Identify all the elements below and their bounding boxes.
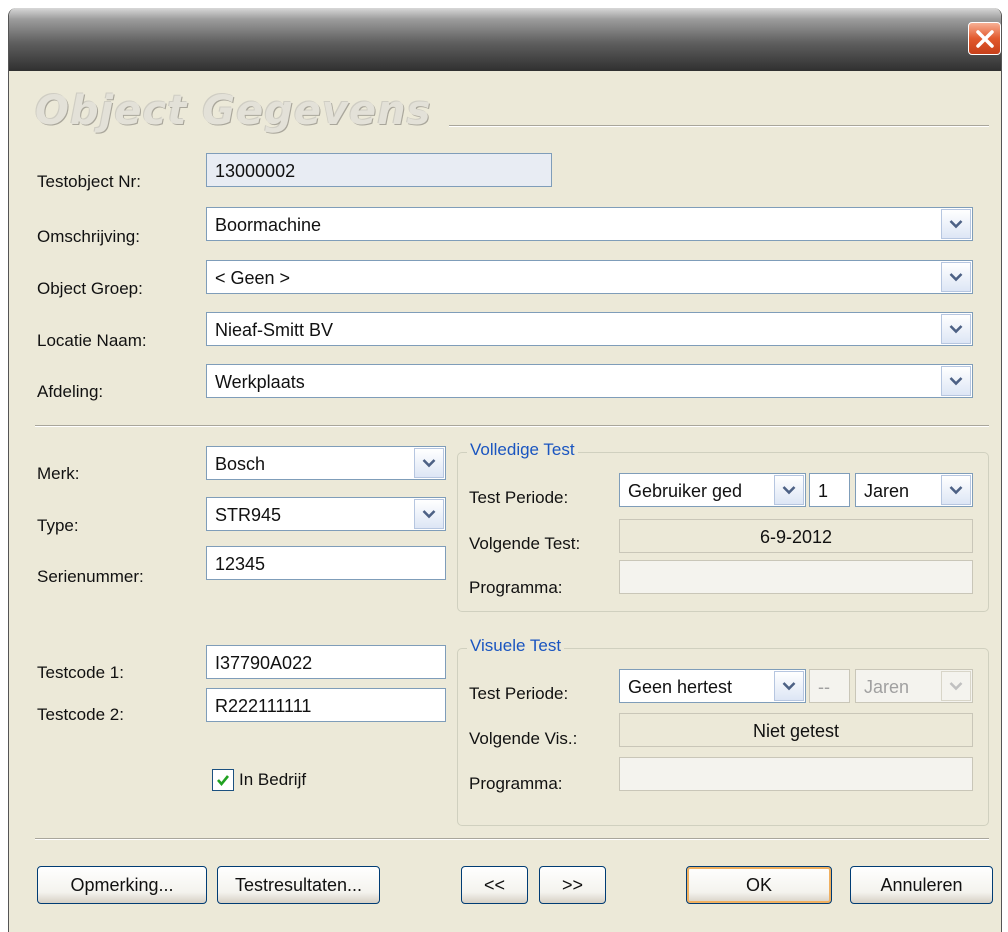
volledige-programma-field — [619, 560, 973, 594]
omschrijving-label: Omschrijving: — [37, 227, 140, 246]
object-groep-label: Object Groep: — [37, 279, 143, 298]
next-button[interactable]: >> — [539, 866, 606, 904]
testcode2-label: Testcode 2: — [37, 705, 124, 724]
close-button[interactable] — [968, 22, 1001, 55]
chevron-down-icon[interactable] — [941, 314, 971, 344]
testobject-nr-label: Testobject Nr: — [37, 172, 141, 191]
testobject-nr-field[interactable]: 13000002 — [206, 153, 552, 187]
opmerking-button[interactable]: Opmerking... — [37, 866, 207, 904]
title-bar[interactable] — [9, 8, 1001, 71]
visuele-programma-field — [619, 757, 973, 791]
visuele-periode-unit-value: Jaren — [864, 677, 910, 697]
chevron-down-icon[interactable] — [941, 475, 971, 505]
testcode1-label: Testcode 1: — [37, 663, 124, 682]
volledige-programma-label: Programma: — [469, 578, 563, 597]
chevron-down-icon — [941, 671, 971, 701]
previous-button[interactable]: << — [461, 866, 528, 904]
object-groep-dropdown[interactable]: < Geen > — [206, 260, 973, 294]
volledige-periode-value: Gebruiker ged — [628, 481, 743, 501]
section-divider — [35, 425, 989, 427]
in-bedrijf-label[interactable]: In Bedrijf — [239, 770, 306, 790]
volledige-periode-count[interactable]: 1 — [809, 473, 850, 507]
merk-dropdown[interactable]: Bosch — [206, 446, 446, 480]
type-value: STR945 — [215, 505, 282, 525]
chevron-down-icon[interactable] — [774, 671, 804, 701]
visuele-programma-label: Programma: — [469, 774, 563, 793]
chevron-down-icon[interactable] — [941, 262, 971, 292]
footer-divider — [35, 838, 989, 840]
chevron-down-icon[interactable] — [414, 499, 444, 529]
chevron-down-icon[interactable] — [941, 366, 971, 396]
serienummer-field[interactable]: 12345 — [206, 546, 446, 580]
locatie-naam-value: Nieaf-Smitt BV — [215, 320, 334, 340]
visuele-periode-value: Geen hertest — [628, 677, 733, 697]
serienummer-label: Serienummer: — [37, 567, 144, 586]
volledige-periode-unit-dropdown[interactable]: Jaren — [855, 473, 973, 507]
afdeling-dropdown[interactable]: Werkplaats — [206, 364, 973, 398]
afdeling-value: Werkplaats — [215, 372, 305, 392]
volledige-periode-unit-value: Jaren — [864, 481, 910, 501]
page-title: Object Gegevens — [35, 88, 432, 134]
volledige-periode-label: Test Periode: — [469, 488, 569, 507]
afdeling-label: Afdeling: — [37, 382, 104, 401]
testcode1-field[interactable]: I37790A022 — [206, 645, 446, 679]
in-bedrijf-checkbox[interactable] — [212, 769, 234, 791]
merk-value: Bosch — [215, 454, 266, 474]
volgende-test-value: 6-9-2012 — [619, 519, 973, 553]
close-icon — [976, 30, 994, 48]
chevron-down-icon[interactable] — [941, 209, 971, 239]
volgende-vis-value: Niet getest — [619, 713, 973, 747]
locatie-naam-dropdown[interactable]: Nieaf-Smitt BV — [206, 312, 973, 346]
volledige-test-title: Volledige Test — [467, 440, 578, 460]
type-dropdown[interactable]: STR945 — [206, 497, 446, 531]
testresultaten-button[interactable]: Testresultaten... — [217, 866, 380, 904]
checkmark-icon — [217, 775, 230, 787]
visuele-periode-label: Test Periode: — [469, 684, 569, 703]
visuele-periode-unit-dropdown: Jaren — [855, 669, 973, 703]
testcode2-field[interactable]: R222111111 — [206, 688, 446, 722]
object-gegevens-dialog: Object Gegevens Testobject Nr: 13000002 … — [8, 8, 1002, 932]
omschrijving-dropdown[interactable]: Boormachine — [206, 207, 973, 241]
annuleren-button[interactable]: Annuleren — [850, 866, 993, 904]
omschrijving-value: Boormachine — [215, 215, 322, 235]
chevron-down-icon[interactable] — [774, 475, 804, 505]
ok-button[interactable]: OK — [686, 866, 832, 904]
merk-label: Merk: — [37, 464, 80, 483]
object-groep-value: < Geen > — [215, 268, 291, 288]
locatie-naam-label: Locatie Naam: — [37, 331, 147, 350]
heading-divider — [449, 125, 989, 127]
chevron-down-icon[interactable] — [414, 448, 444, 478]
volgende-vis-label: Volgende Vis.: — [469, 729, 578, 748]
type-label: Type: — [37, 516, 79, 535]
visuele-periode-dropdown[interactable]: Geen hertest — [619, 669, 806, 703]
visuele-periode-count: -- — [809, 669, 850, 703]
volgende-test-label: Volgende Test: — [469, 534, 581, 553]
visuele-test-title: Visuele Test — [467, 636, 565, 656]
volledige-periode-dropdown[interactable]: Gebruiker ged — [619, 473, 806, 507]
